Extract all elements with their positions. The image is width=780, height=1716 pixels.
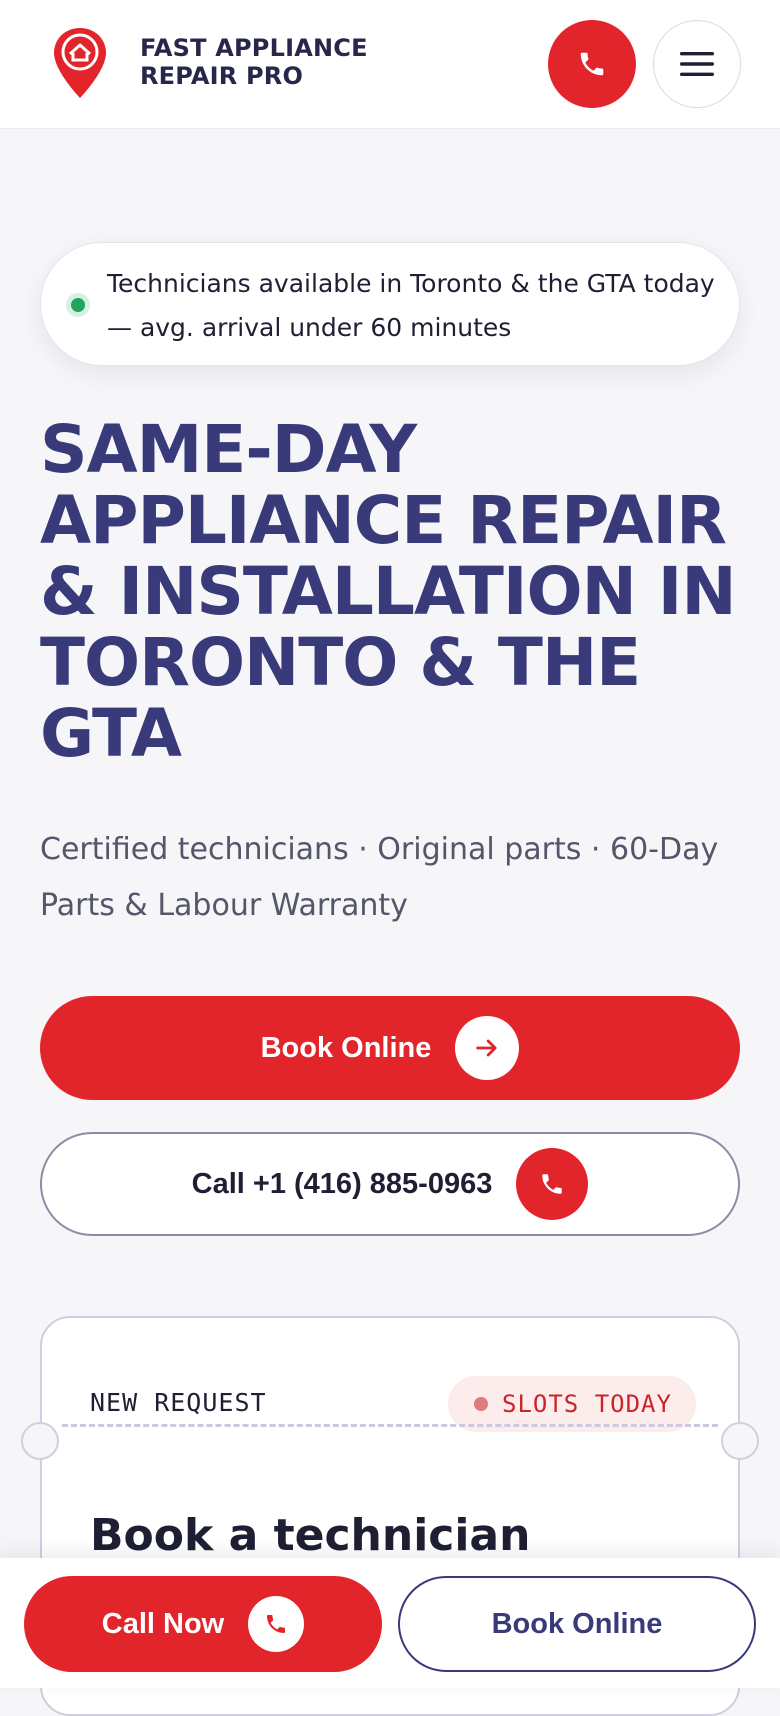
ticket-notch-left: [21, 1422, 59, 1460]
bottom-book-online-button[interactable]: Book Online: [398, 1576, 756, 1672]
phone-icon: [516, 1148, 589, 1220]
site-header: FAST APPLIANCE REPAIR PRO: [0, 0, 780, 129]
call-now-button[interactable]: Call Now: [24, 1576, 382, 1672]
header-call-button[interactable]: [548, 20, 636, 108]
brand-line-2: REPAIR PRO: [140, 62, 304, 90]
slots-today-text: SLOTS TODAY: [502, 1390, 672, 1418]
book-online-label: Book Online: [260, 1031, 432, 1064]
status-dot-icon: [71, 298, 85, 312]
ticket-title: Book a technician: [90, 1510, 531, 1561]
phone-icon: [580, 52, 604, 76]
book-online-button[interactable]: Book Online: [40, 996, 740, 1100]
call-phone-button[interactable]: Call +1 (416) 885-0963: [40, 1132, 740, 1236]
brand-line-1: FAST APPLIANCE: [140, 34, 368, 62]
bottom-book-online-label: Book Online: [491, 1607, 663, 1640]
call-now-label: Call Now: [101, 1607, 225, 1640]
badge-dot-icon: [474, 1397, 488, 1411]
hero-title: SAME-DAY APPLIANCE REPAIR & INSTALLATION…: [40, 411, 737, 772]
menu-button[interactable]: [653, 20, 741, 108]
phone-icon: [248, 1596, 305, 1652]
availability-text: Technicians available in Toronto & the G…: [107, 269, 715, 342]
brand-name[interactable]: FAST APPLIANCE REPAIR PRO: [140, 34, 470, 90]
ticket-divider: [62, 1424, 718, 1427]
availability-banner: Technicians available in Toronto & the G…: [40, 242, 740, 366]
call-phone-label: Call +1 (416) 885-0963: [191, 1167, 493, 1200]
ticket-notch-right: [721, 1422, 759, 1460]
hero-subtitle: Certified technicians · Original parts ·…: [40, 832, 719, 923]
arrow-right-icon: [455, 1016, 520, 1080]
map-pin-house-icon[interactable]: [52, 26, 108, 100]
hamburger-menu-icon: [680, 52, 714, 76]
sticky-action-bar: Call Now Book Online: [0, 1558, 780, 1688]
new-request-label: NEW REQUEST: [90, 1388, 267, 1417]
